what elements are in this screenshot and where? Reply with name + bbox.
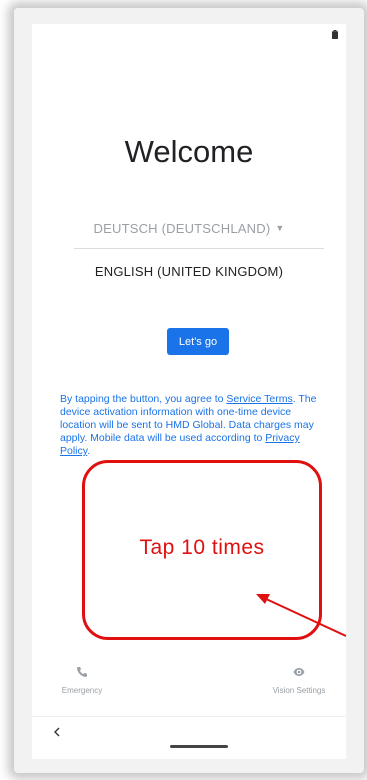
language-divider [74, 248, 324, 249]
vision-settings-button[interactable]: Vision Settings [262, 666, 336, 695]
language-option-deutsch-label: DEUTSCH (DEUTSCHLAND) [93, 221, 271, 236]
battery-icon [332, 30, 338, 39]
language-option-english[interactable]: ENGLISH (UNITED KINGDOM) [32, 264, 346, 279]
service-terms-link[interactable]: Service Terms [226, 393, 292, 405]
eye-icon [293, 668, 305, 676]
emergency-label: Emergency [61, 686, 103, 695]
status-bar [32, 24, 346, 44]
dropdown-arrow-icon: ▼ [275, 223, 285, 233]
tap-instruction-label: Tap 10 times [139, 536, 265, 559]
page-title: Welcome [124, 134, 254, 169]
terms-text-1: By tapping the button, you agree to [60, 393, 227, 405]
navigation-divider [32, 716, 346, 717]
phone-screen: Welcome DEUTSCH (DEUTSCHLAND) ▼ ENGLISH (… [32, 24, 346, 759]
back-icon[interactable] [50, 724, 64, 740]
emergency-button[interactable]: Emergency [52, 666, 112, 695]
vision-settings-label: Vision Settings [272, 686, 326, 695]
terms-notice: By tapping the button, you agree to Serv… [60, 393, 322, 458]
terms-text-3: . [87, 445, 91, 457]
phone-icon [77, 667, 87, 677]
home-gesture-bar[interactable] [170, 745, 228, 748]
language-option-deutsch[interactable]: DEUTSCH (DEUTSCHLAND) ▼ [32, 221, 346, 236]
lets-go-button[interactable]: Let's go [167, 328, 229, 355]
annotation-arrow-icon [256, 594, 346, 637]
screenshot-stage: Welcome DEUTSCH (DEUTSCHLAND) ▼ ENGLISH (… [0, 0, 367, 780]
